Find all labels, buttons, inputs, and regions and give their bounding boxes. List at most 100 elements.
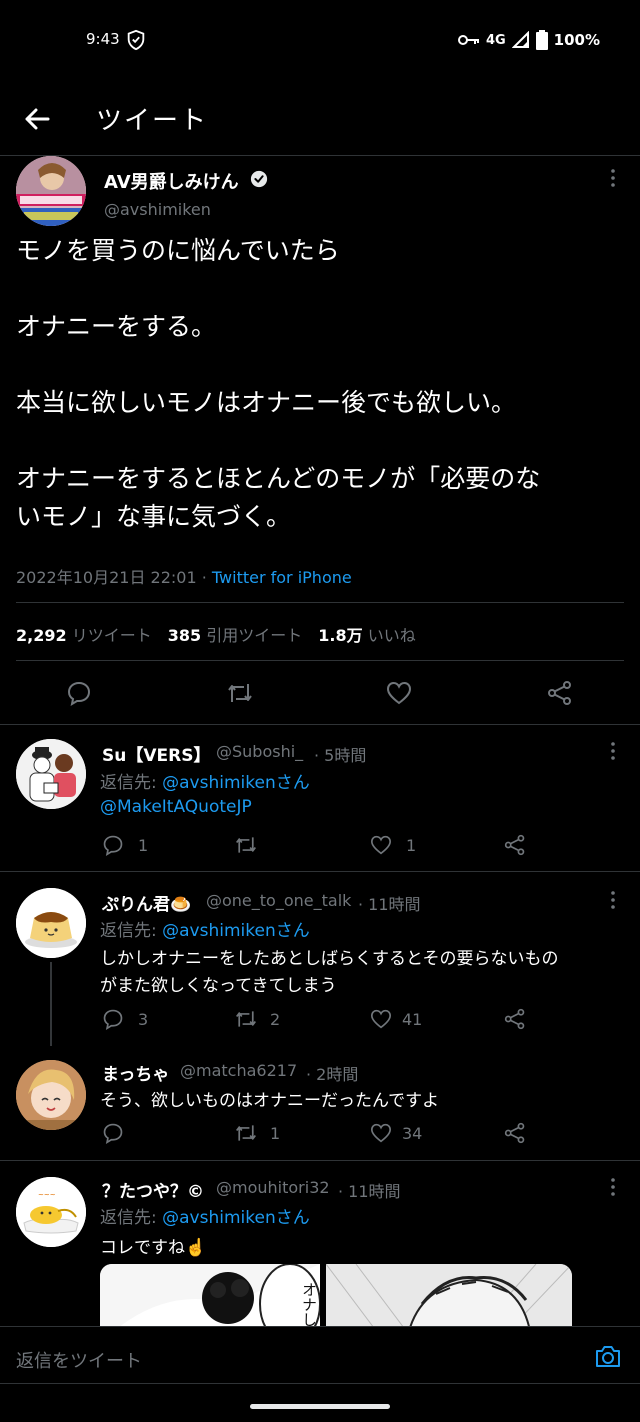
key-icon xyxy=(457,35,479,45)
verified-badge-icon xyxy=(250,170,268,188)
share-icon[interactable] xyxy=(547,680,573,706)
retweets-stat[interactable]: 2,292 リツイート xyxy=(16,622,152,646)
reply-icon[interactable] xyxy=(66,680,92,706)
status-time: 9:43 xyxy=(86,30,120,48)
thread-line xyxy=(50,962,52,1046)
reply-count: 1 xyxy=(138,835,149,855)
quotes-stat[interactable]: 385 引用ツイート xyxy=(168,622,303,646)
manga-panel-image xyxy=(326,1264,572,1327)
reply-to-link[interactable]: @MakeItAQuoteJP xyxy=(100,797,252,817)
camera-icon[interactable] xyxy=(594,1343,622,1369)
reply-text: コレですね☝️ xyxy=(100,1238,207,1258)
retweet-icon xyxy=(236,1125,256,1141)
share-icon[interactable] xyxy=(504,834,526,856)
avatar[interactable] xyxy=(16,739,86,809)
tweet-line: オナニーをする。 xyxy=(16,312,217,341)
reply-action-retweet[interactable] xyxy=(234,834,272,856)
reply-tweet[interactable]: ~~~ ？たつや？© @mouhitori32 · 11時間 返信先: @avs… xyxy=(0,1161,640,1327)
reply-tweet[interactable]: ぷりん君🍮 @one_to_one_talk · 11時間 返信先: @avsh… xyxy=(0,872,640,1046)
tweet-line: 本当に欲しいモノはオナニー後でも欲しい。 xyxy=(16,388,517,417)
like-icon[interactable] xyxy=(386,681,412,705)
reply-text: しかしオナニーをしたあとしばらくするとその要らないもの xyxy=(100,949,559,969)
manga-text: オナした xyxy=(300,1282,318,1327)
back-arrow-icon[interactable] xyxy=(22,104,52,134)
more-options-icon[interactable] xyxy=(610,1177,616,1197)
tweet-line: モノを買うのに悩んでいたら xyxy=(16,236,340,265)
reply-tweet[interactable]: まっちゃ @matcha6217 · 2時間 そう、欲しいものはオナニーだったん… xyxy=(0,1044,640,1160)
share-icon[interactable] xyxy=(504,1008,526,1030)
home-indicator[interactable] xyxy=(250,1404,390,1409)
reply-text: がまた欲しくなってきてしまう xyxy=(100,976,337,996)
likes-count: 1.8万 xyxy=(318,626,363,645)
like-icon xyxy=(370,1009,392,1029)
battery-label: 100% xyxy=(553,31,600,49)
reply-input[interactable]: 返信をツイート xyxy=(16,1347,142,1373)
tweet-source[interactable]: Twitter for iPhone xyxy=(212,568,352,587)
reply-action-like[interactable]: 1 xyxy=(370,835,416,855)
divider xyxy=(16,602,624,603)
reply-compose-bar: 返信をツイート xyxy=(0,1326,640,1384)
reply-to-link[interactable]: @avshimikenさん xyxy=(162,921,310,941)
like-count: 34 xyxy=(402,1123,423,1143)
avatar-image xyxy=(16,888,86,958)
retweet-count: 1 xyxy=(270,1123,281,1143)
avatar[interactable]: ~~~ xyxy=(16,1177,86,1247)
reply-author-name[interactable]: ？たつや？© xyxy=(102,1177,204,1202)
reply-prefix: 返信先: xyxy=(100,921,163,941)
reply-author-handle[interactable]: @matcha6217 xyxy=(180,1061,297,1080)
media-image[interactable]: オナした xyxy=(100,1264,320,1327)
shield-icon xyxy=(127,29,145,51)
retweets-count: 2,292 xyxy=(16,626,67,645)
avatar[interactable] xyxy=(16,156,86,226)
reply-action-reply[interactable]: 1 xyxy=(102,834,148,856)
more-options-icon[interactable] xyxy=(610,168,616,188)
quotes-count: 385 xyxy=(167,626,202,645)
media-image[interactable] xyxy=(326,1264,572,1327)
reply-action-like[interactable]: 34 xyxy=(370,1123,422,1143)
avatar[interactable] xyxy=(16,888,86,958)
like-count: 41 xyxy=(402,1009,423,1029)
reply-tweet[interactable]: Su【VERS】 @Suboshi_ · 5時間 返信先: @avshimike… xyxy=(0,725,640,871)
reply-author-handle[interactable]: @Suboshi_ xyxy=(216,742,303,761)
status-bar: 9:43 4G 100% xyxy=(0,0,640,80)
reply-count: 3 xyxy=(138,1009,149,1029)
reply-author-name[interactable]: Su【VERS】 xyxy=(102,741,210,766)
reply-author-handle[interactable]: @mouhitori32 xyxy=(216,1178,330,1197)
top-bar: ツイート xyxy=(0,80,640,156)
reply-to-line: 返信先: @avshimikenさん xyxy=(100,768,310,793)
reply-action-retweet[interactable]: 2 xyxy=(234,1008,280,1030)
reply-action-reply[interactable]: 3 xyxy=(102,1008,148,1030)
share-icon[interactable] xyxy=(504,1122,526,1144)
network-label: 4G xyxy=(485,32,506,48)
reply-action-reply[interactable] xyxy=(102,1122,138,1144)
reply-icon xyxy=(103,1009,123,1030)
like-icon xyxy=(370,1123,392,1143)
reply-author-name[interactable]: まっちゃ xyxy=(102,1060,169,1085)
tweet-line xyxy=(16,346,626,384)
retweet-icon xyxy=(236,1011,256,1027)
likes-label: いいね xyxy=(367,626,416,645)
reply-author-handle[interactable]: @one_to_one_talk xyxy=(206,891,351,910)
status-right: 4G 100% xyxy=(457,30,600,50)
quotes-label: 引用ツイート xyxy=(206,626,303,645)
more-options-icon[interactable] xyxy=(610,890,616,910)
tweet-line xyxy=(16,422,626,460)
battery-icon xyxy=(535,30,548,50)
likes-stat[interactable]: 1.8万 いいね xyxy=(318,622,415,646)
reply-to-link[interactable]: @avshimikenさん xyxy=(162,1208,310,1228)
reply-author-name[interactable]: ぷりん君🍮 xyxy=(102,890,191,915)
main-tweet: AV男爵しみけん @avshimiken モノを買うのに悩んでいたら オナニーを… xyxy=(0,156,640,724)
tweet-timestamp[interactable]: 2022年10月21日 22:01 · xyxy=(16,568,212,587)
reply-action-like[interactable]: 41 xyxy=(370,1009,422,1029)
tweet-meta: 2022年10月21日 22:01 · Twitter for iPhone xyxy=(16,564,352,588)
retweet-icon[interactable] xyxy=(226,680,254,706)
reply-to-link[interactable]: @avshimikenさん xyxy=(162,773,310,793)
reply-to-line: 返信先: @avshimikenさん xyxy=(100,916,310,941)
reply-action-retweet[interactable]: 1 xyxy=(234,1122,280,1144)
avatar[interactable] xyxy=(16,1060,86,1130)
retweets-label: リツイート xyxy=(71,626,152,645)
more-options-icon[interactable] xyxy=(610,741,616,761)
avatar-image xyxy=(16,739,86,809)
author-handle[interactable]: @avshimiken xyxy=(104,200,211,219)
author-name[interactable]: AV男爵しみけん xyxy=(104,168,239,194)
